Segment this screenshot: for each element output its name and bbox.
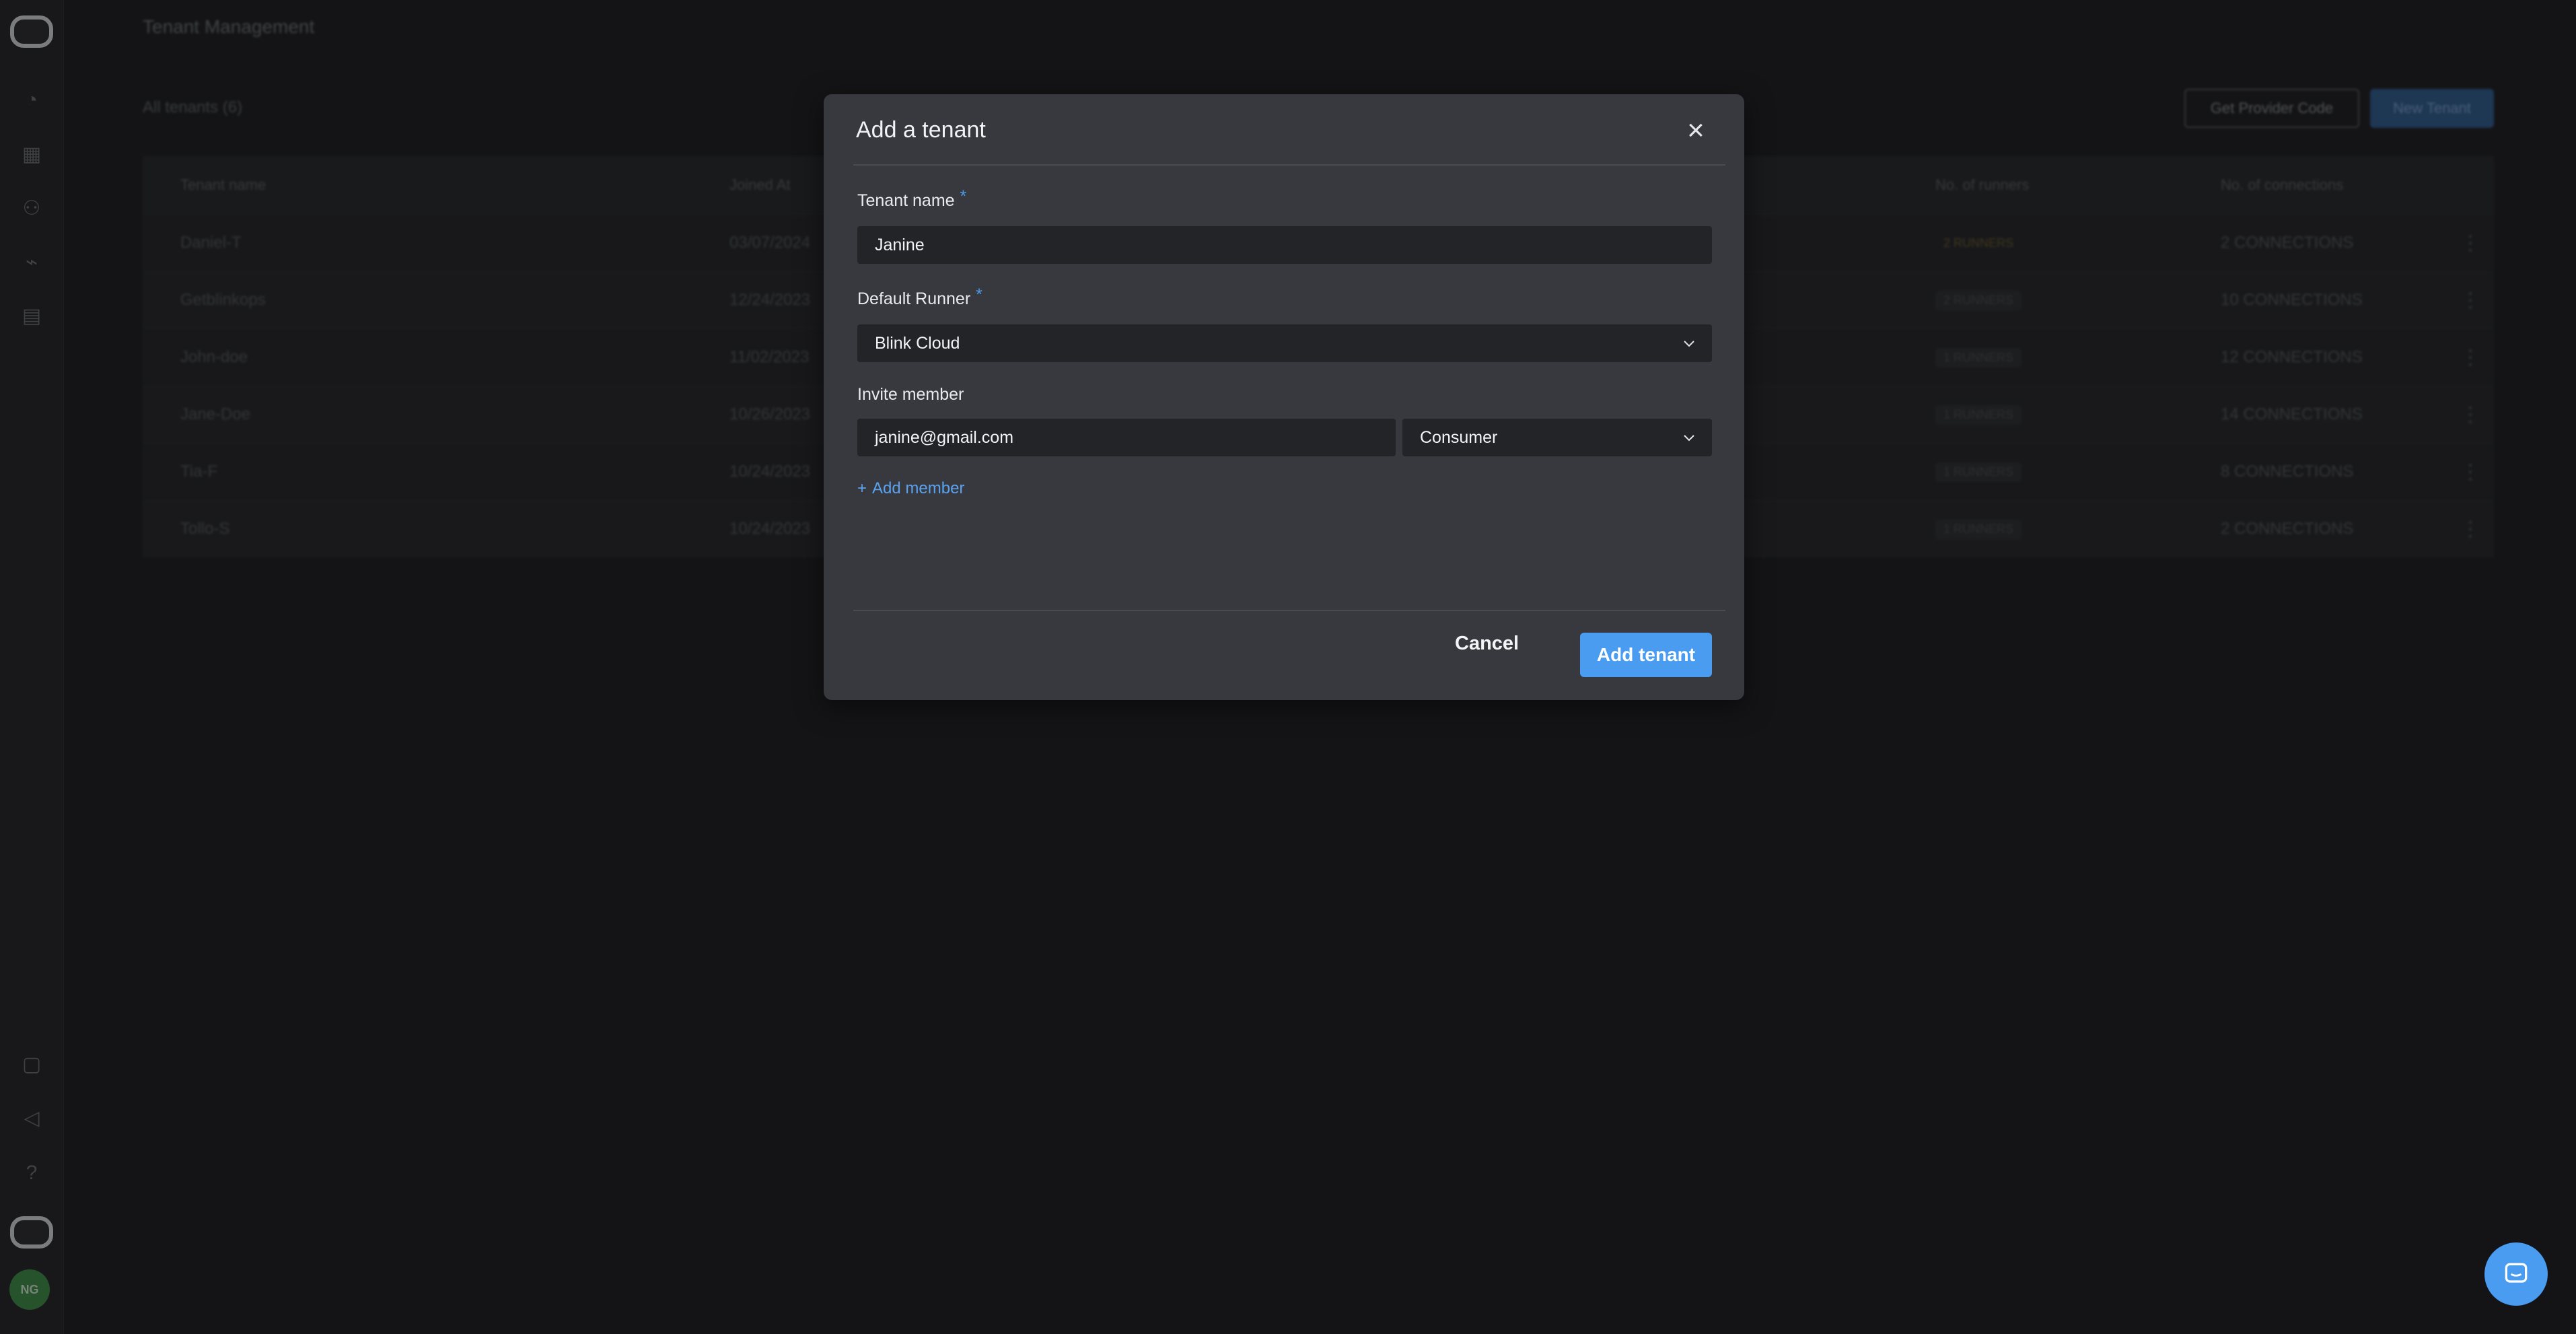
chevron-down-icon [1684,341,1694,347]
plus-icon: + [857,479,867,497]
invite-member-label: Invite member [857,385,964,404]
cancel-button[interactable]: Cancel [1455,633,1519,655]
default-runner-label: Default Runner * [857,285,982,309]
default-runner-value: Blink Cloud [875,333,960,353]
add-tenant-modal: Add a tenant × Tenant name * Janine Defau… [824,94,1744,700]
chevron-down-icon [1684,435,1694,442]
chat-launcher[interactable] [2484,1242,2548,1306]
add-member-label: Add member [872,479,965,497]
invite-role-value: Consumer [1420,427,1498,447]
footer-divider [853,610,1725,611]
modal-title: Add a tenant [856,117,986,143]
required-mark: * [960,187,967,206]
tenant-name-label-text: Tenant name [857,191,955,210]
tenant-name-input[interactable]: Janine [857,226,1712,264]
add-tenant-button[interactable]: Add tenant [1580,633,1712,677]
required-mark: * [976,285,982,304]
add-member-link[interactable]: + Add member [857,479,964,498]
default-runner-label-text: Default Runner [857,289,971,308]
close-icon[interactable]: × [1680,114,1712,147]
tenant-name-label: Tenant name * [857,187,966,211]
default-runner-select[interactable]: Blink Cloud [857,324,1712,362]
chat-icon [2505,1263,2528,1283]
header-divider [853,164,1725,166]
invite-role-select[interactable]: Consumer [1402,419,1712,456]
invite-email-input[interactable]: janine@gmail.com [857,419,1396,456]
